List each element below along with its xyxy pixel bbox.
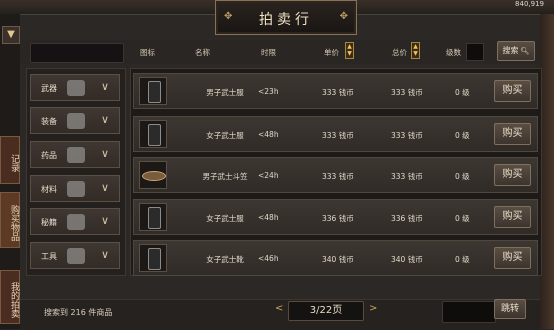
item-total-price: 340 钱币 (391, 255, 423, 264)
column-header-unit-price: 单价 (324, 48, 339, 57)
chevron-down-icon: ∨ (100, 214, 109, 227)
category-label: 秘籍 (41, 218, 57, 227)
potion-icon (67, 147, 85, 163)
armor-icon (139, 203, 167, 231)
category-label: 药品 (41, 151, 57, 160)
item-total-price: 333 钱币 (391, 131, 423, 140)
armor-icon (67, 113, 85, 129)
search-button[interactable]: 搜索 🔍︎ (497, 41, 535, 61)
buy-button[interactable]: 购买 (494, 80, 531, 102)
buy-button[interactable]: 购买 (494, 206, 531, 228)
item-level: 0 级 (455, 131, 470, 140)
prev-page-icon[interactable]: < (275, 303, 283, 314)
item-time: <23h (258, 87, 279, 96)
category-3[interactable]: 材料 ∨ (30, 175, 120, 202)
item-level: 0 级 (455, 88, 470, 97)
tab-buy-items[interactable]: 购买物品 (0, 192, 20, 248)
buy-button[interactable]: 购买 (494, 123, 531, 145)
axe-icon (67, 80, 85, 96)
item-unit-price: 333 钱币 (322, 131, 354, 140)
item-name: 男子武士服 (206, 88, 244, 97)
column-header-level: 级数 (446, 48, 461, 57)
sort-total-price-icon[interactable]: ▲ ▼ (411, 42, 420, 59)
item-total-price: 333 钱币 (391, 88, 423, 97)
search-input[interactable] (30, 43, 124, 63)
right-decor-rail (540, 14, 554, 329)
search-icon: 🔍︎ (520, 47, 530, 55)
item-time: <24h (258, 171, 279, 180)
item-time: <48h (258, 130, 279, 139)
tab-record[interactable]: 记录 (0, 136, 20, 184)
item-level: 0 级 (455, 214, 470, 223)
armor-icon (139, 120, 167, 148)
column-header-icon: 图标 (140, 48, 155, 57)
category-label: 工具 (41, 252, 57, 261)
column-header-time: 时限 (261, 48, 276, 57)
item-time: <48h (258, 213, 279, 222)
sort-unit-price-icon[interactable]: ▲ ▼ (345, 42, 354, 59)
item-unit-price: 340 钱币 (322, 255, 354, 264)
item-row: 女子武士服 <48h 336 钱币 336 钱币 0 级 购买 (133, 199, 538, 235)
item-name: 女子武士服 (206, 131, 244, 140)
item-level: 0 级 (455, 172, 470, 181)
item-unit-price: 333 钱币 (322, 88, 354, 97)
next-page-icon[interactable]: > (369, 303, 377, 314)
category-1[interactable]: 装备 ∨ (30, 107, 120, 134)
tab-my-auctions[interactable]: 我的拍卖 (0, 270, 20, 324)
page-title: 拍卖行 (259, 12, 313, 28)
category-0[interactable]: 武器 ∨ (30, 74, 120, 101)
item-time: <46h (258, 254, 279, 263)
category-label: 材料 (41, 185, 57, 194)
right-ornament-icon: ✥ (339, 11, 348, 22)
book-icon (67, 214, 85, 230)
armor-icon (139, 77, 167, 105)
item-name: 男子武士斗笠 (202, 172, 248, 181)
hat-icon (139, 161, 167, 189)
boots-icon (139, 244, 167, 272)
title-plate: ✥ 拍卖行 ✥ (215, 0, 357, 35)
item-name: 女子武士服 (206, 214, 244, 223)
result-count-text: 搜索到 216 件商品 (44, 308, 113, 317)
chevron-down-icon: ∨ (100, 181, 109, 194)
item-row: 男子武士斗笠 <24h 333 钱币 333 钱币 0 级 购买 (133, 157, 538, 193)
chevron-down-icon: ∨ (100, 147, 109, 160)
level-filter-input[interactable] (466, 43, 484, 61)
jump-page-input[interactable] (442, 301, 496, 323)
item-name: 女子武士靴 (206, 255, 244, 264)
material-icon (67, 181, 85, 197)
category-label: 装备 (41, 117, 57, 126)
page-indicator: 3/22页 (288, 301, 364, 321)
collapse-arrow-icon[interactable]: ▼ (2, 26, 20, 44)
column-header-name: 名称 (195, 48, 210, 57)
chevron-down-icon: ∨ (100, 248, 109, 261)
buy-button[interactable]: 购买 (494, 247, 531, 269)
item-unit-price: 336 钱币 (322, 214, 354, 223)
item-level: 0 级 (455, 255, 470, 264)
category-5[interactable]: 工具 ∨ (30, 242, 120, 269)
item-unit-price: 333 钱币 (322, 172, 354, 181)
jump-button[interactable]: 跳转 (494, 299, 526, 319)
chevron-down-icon: ∨ (100, 113, 109, 126)
column-header-total-price: 总价 (392, 48, 407, 57)
item-row: 男子武士服 <23h 333 钱币 333 钱币 0 级 购买 (133, 73, 538, 109)
item-total-price: 336 钱币 (391, 214, 423, 223)
item-row: 女子武士服 <48h 333 钱币 333 钱币 0 级 购买 (133, 116, 538, 152)
buy-button[interactable]: 购买 (494, 164, 531, 186)
tool-icon (67, 248, 85, 264)
item-row: 女子武士靴 <46h 340 钱币 340 钱币 0 级 购买 (133, 240, 538, 276)
item-total-price: 333 钱币 (391, 172, 423, 181)
top-right-value: 840,919 (515, 0, 544, 8)
category-4[interactable]: 秘籍 ∨ (30, 208, 120, 235)
category-2[interactable]: 药品 ∨ (30, 141, 120, 168)
category-label: 武器 (41, 84, 57, 93)
chevron-down-icon: ∨ (100, 80, 109, 93)
